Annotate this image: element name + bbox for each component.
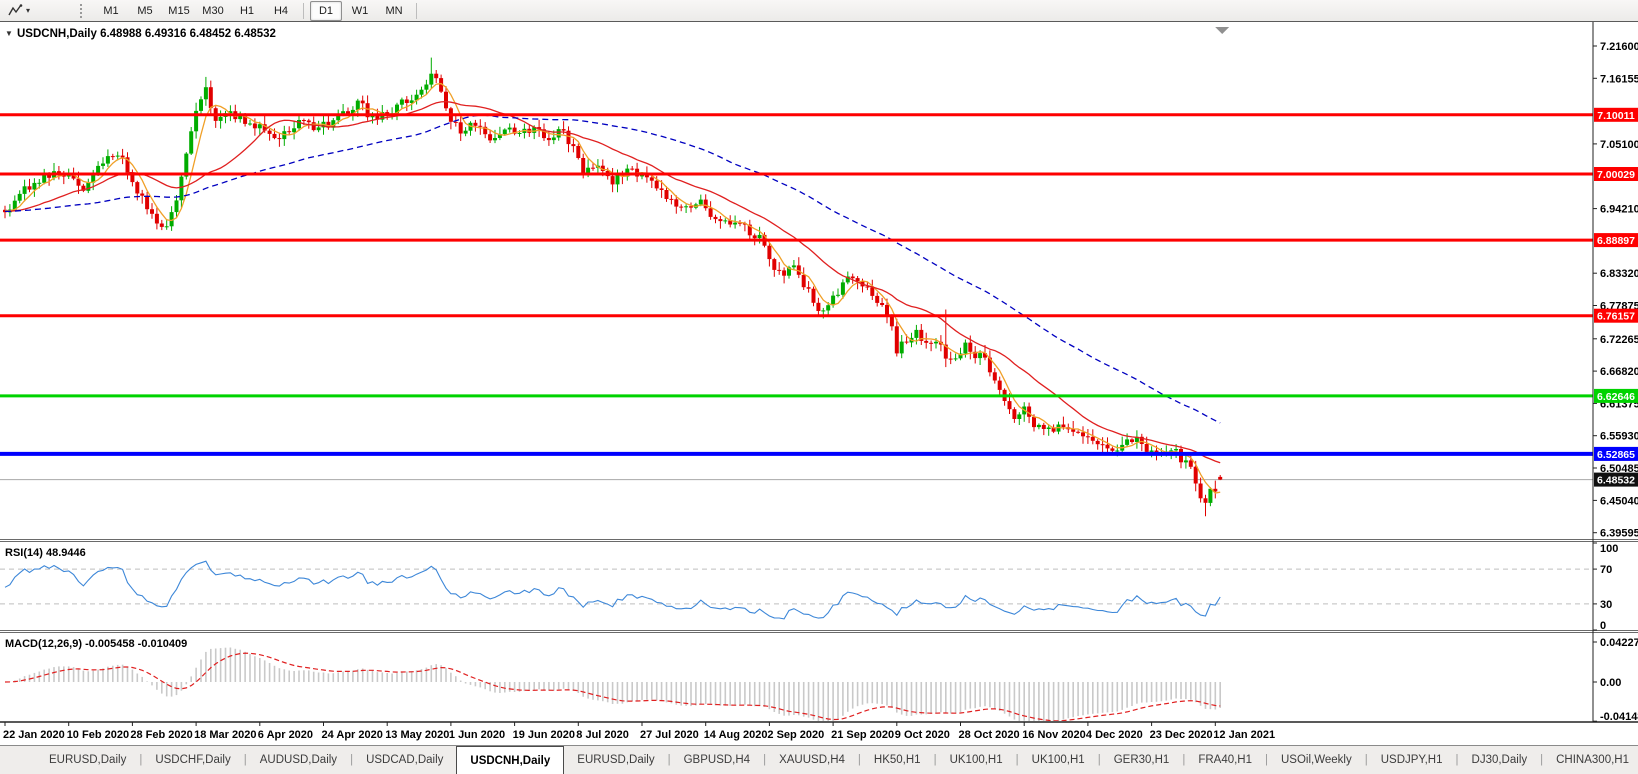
- tf-button-m30[interactable]: M30: [197, 1, 229, 21]
- price-level-badge: 7.10011: [1594, 108, 1638, 122]
- svg-text:28 Oct 2020: 28 Oct 2020: [959, 729, 1020, 741]
- svg-text:13 May 2020: 13 May 2020: [385, 729, 449, 741]
- svg-text:18 Mar 2020: 18 Mar 2020: [194, 729, 256, 741]
- svg-text:16 Nov 2020: 16 Nov 2020: [1022, 729, 1086, 741]
- svg-text:6.48532: 6.48532: [1597, 475, 1635, 487]
- svg-text:6 Apr 2020: 6 Apr 2020: [258, 729, 313, 741]
- svg-text:0.00: 0.00: [1600, 677, 1621, 689]
- svg-text:7.21600: 7.21600: [1600, 41, 1638, 53]
- svg-text:0: 0: [1600, 620, 1606, 632]
- svg-text:10 Feb 2020: 10 Feb 2020: [67, 729, 129, 741]
- svg-text:24 Apr 2020: 24 Apr 2020: [322, 729, 383, 741]
- timeframe-buttons: M1M5M15M30H1H4 D1W1MN: [94, 1, 422, 21]
- tf-button-m5[interactable]: M5: [129, 1, 161, 21]
- tf-button-m15[interactable]: M15: [163, 1, 195, 21]
- tab-ger30-h1[interactable]: GER30,H1: [1101, 746, 1183, 774]
- toolbar-drag-handle[interactable]: [80, 4, 86, 18]
- svg-text:7.00029: 7.00029: [1597, 169, 1635, 181]
- dropdown-caret-icon: ▾: [26, 6, 30, 15]
- tab-hk50-h1[interactable]: HK50,H1: [861, 746, 934, 774]
- svg-text:6.45040: 6.45040: [1600, 495, 1638, 507]
- polyline-glyph: [8, 4, 24, 18]
- svg-text:4 Dec 2020: 4 Dec 2020: [1086, 729, 1143, 741]
- svg-text:8 Jul 2020: 8 Jul 2020: [576, 729, 629, 741]
- svg-text:6.72265: 6.72265: [1600, 334, 1638, 346]
- tf-button-mn[interactable]: MN: [378, 1, 410, 21]
- tf-button-m1[interactable]: M1: [95, 1, 127, 21]
- svg-text:7.16155: 7.16155: [1600, 73, 1638, 85]
- chart-title: USDCNH,Daily 6.48988 6.49316 6.48452 6.4…: [17, 28, 276, 40]
- svg-text:27 Jul 2020: 27 Jul 2020: [640, 729, 699, 741]
- svg-text:22 Jan 2020: 22 Jan 2020: [3, 729, 65, 741]
- svg-text:14 Aug 2020: 14 Aug 2020: [704, 729, 768, 741]
- tab-eurusd-daily[interactable]: EURUSD,Daily: [564, 746, 667, 774]
- svg-text:19 Jun 2020: 19 Jun 2020: [513, 729, 575, 741]
- svg-text:6.55930: 6.55930: [1600, 431, 1638, 443]
- tab-audusd-daily[interactable]: AUDUSD,Daily: [247, 746, 350, 774]
- svg-text:▼: ▼: [5, 29, 13, 38]
- svg-text:100: 100: [1600, 543, 1618, 555]
- tf-button-w1[interactable]: W1: [344, 1, 376, 21]
- price-level-badge: 6.76157: [1594, 309, 1638, 323]
- tab-usoil-weekly[interactable]: USOil,Weekly: [1268, 746, 1365, 774]
- svg-text:6.94210: 6.94210: [1600, 204, 1638, 216]
- current-price-badge: 6.48532: [1594, 473, 1638, 487]
- chart-tab-bar: EURUSD,Daily|USDCHF,Daily|AUDUSD,Daily|U…: [0, 745, 1638, 774]
- tab-dj30-daily[interactable]: DJ30,Daily: [1459, 746, 1541, 774]
- svg-text:6.39595: 6.39595: [1600, 528, 1638, 540]
- svg-text:28 Feb 2020: 28 Feb 2020: [130, 729, 192, 741]
- tab-china300-h1[interactable]: CHINA300,H1: [1543, 746, 1638, 774]
- tab-usdjpy-h1[interactable]: USDJPY,H1: [1368, 746, 1456, 774]
- tf-button-h1[interactable]: H1: [231, 1, 263, 21]
- tab-uk100-h1[interactable]: UK100,H1: [937, 746, 1016, 774]
- svg-text:30: 30: [1600, 599, 1612, 611]
- price-level-badge: 6.52865: [1594, 447, 1638, 461]
- svg-text:0.042275: 0.042275: [1600, 637, 1638, 649]
- svg-text:6.52865: 6.52865: [1597, 449, 1635, 461]
- svg-text:21 Sep 2020: 21 Sep 2020: [831, 729, 894, 741]
- svg-text:70: 70: [1600, 564, 1612, 576]
- svg-text:7.10011: 7.10011: [1597, 110, 1635, 122]
- tf-button-h4[interactable]: H4: [265, 1, 297, 21]
- tab-fra40-h1[interactable]: FRA40,H1: [1185, 746, 1265, 774]
- svg-text:-0.04148: -0.04148: [1600, 711, 1638, 723]
- svg-text:23 Dec 2020: 23 Dec 2020: [1150, 729, 1213, 741]
- svg-text:7.05100: 7.05100: [1600, 139, 1638, 151]
- trendline-cursor-icon[interactable]: ▾: [4, 2, 34, 20]
- svg-text:6.88897: 6.88897: [1597, 235, 1635, 247]
- tab-uk100-h1[interactable]: UK100,H1: [1019, 746, 1098, 774]
- rsi-label: RSI(14) 48.9446: [5, 547, 86, 559]
- svg-text:1 Jun 2020: 1 Jun 2020: [449, 729, 505, 741]
- chart-canvas[interactable]: 7.216007.161557.051006.942106.833206.778…: [0, 22, 1638, 767]
- svg-text:6.66820: 6.66820: [1600, 366, 1638, 378]
- svg-text:6.83320: 6.83320: [1600, 268, 1638, 280]
- tab-eurusd-daily[interactable]: EURUSD,Daily: [36, 746, 139, 774]
- macd-label: MACD(12,26,9) -0.005458 -0.010409: [5, 638, 187, 650]
- tab-usdcnh-daily[interactable]: USDCNH,Daily: [456, 746, 564, 774]
- trading-terminal-window: ▾ M1M5M15M30H1H4 D1W1MN 7.21600 7.16155 7.0…: [0, 0, 1638, 774]
- price-level-badge: 6.62646: [1594, 389, 1638, 403]
- tab-gbpusd-h4[interactable]: GBPUSD,H4: [671, 746, 763, 774]
- price-level-badge: 6.88897: [1594, 233, 1638, 247]
- tab-usdchf-daily[interactable]: USDCHF,Daily: [142, 746, 243, 774]
- price-level-badge: 7.00029: [1594, 167, 1638, 181]
- svg-text:12 Jan 2021: 12 Jan 2021: [1213, 729, 1275, 741]
- svg-text:9 Oct 2020: 9 Oct 2020: [895, 729, 950, 741]
- toolbar-separator: [416, 3, 417, 19]
- tab-usdcad-daily[interactable]: USDCAD,Daily: [353, 746, 456, 774]
- tf-button-d1[interactable]: D1: [310, 1, 342, 21]
- svg-text:2 Sep 2020: 2 Sep 2020: [767, 729, 824, 741]
- tab-xauusd-h4[interactable]: XAUUSD,H4: [766, 746, 858, 774]
- timeframe-toolbar: ▾ M1M5M15M30H1H4 D1W1MN: [0, 0, 1638, 22]
- toolbar-separator: [303, 3, 304, 19]
- svg-text:6.62646: 6.62646: [1597, 391, 1635, 403]
- svg-text:6.76157: 6.76157: [1597, 311, 1635, 323]
